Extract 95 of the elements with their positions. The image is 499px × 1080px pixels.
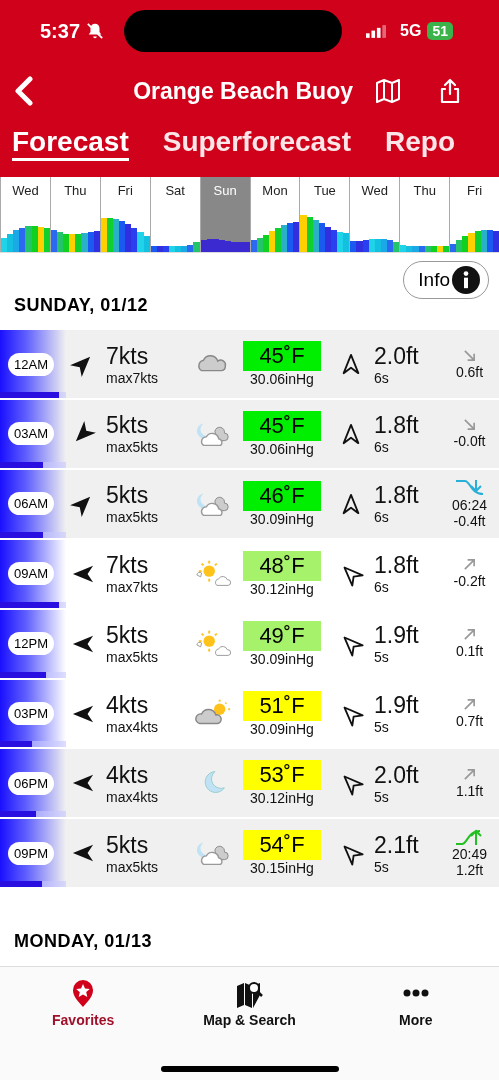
wind-gust: max5kts <box>106 649 160 666</box>
wind-gust: max5kts <box>106 858 160 875</box>
pressure-value: 30.09inHg <box>250 510 314 527</box>
bell-muted-icon <box>86 22 105 40</box>
day-column[interactable]: Wed <box>349 176 400 253</box>
wind-gust: max4kts <box>106 719 160 736</box>
info-button[interactable]: Info <box>403 261 489 300</box>
tide-height: -0.0ft <box>453 433 486 450</box>
wave-period: 5s <box>374 858 390 875</box>
time-label: 12AM <box>8 352 54 376</box>
pressure-value: 30.12inHg <box>250 580 314 597</box>
wave-height: 1.8ft <box>374 412 420 440</box>
forecast-tab[interactable]: Repo <box>385 126 455 161</box>
tide-time: 06:24 <box>451 496 487 513</box>
wave-height: 2.1ft <box>374 831 420 859</box>
wind-speed: 5kts <box>106 482 150 510</box>
tab-bar-item[interactable]: Map & Search <box>174 977 325 1030</box>
tide-height: 1.1ft <box>455 782 484 799</box>
wave-height: 1.9ft <box>374 692 420 720</box>
wind-speed: 4kts <box>106 692 150 720</box>
wind-speed: 7kts <box>106 552 150 580</box>
wind-speed: 7kts <box>106 342 150 370</box>
battery-level: 51 <box>427 22 453 40</box>
day-column[interactable]: Fri <box>99 176 150 253</box>
wind-gust: max4kts <box>106 788 160 805</box>
day-column[interactable]: Tue <box>299 176 350 253</box>
time-label: 03PM <box>8 702 54 726</box>
tide-height: 0.6ft <box>455 363 484 380</box>
wave-height: 1.8ft <box>374 482 420 510</box>
time-label: 06AM <box>8 492 54 516</box>
day-column[interactable]: Sun <box>199 176 250 253</box>
pressure-value: 30.09inHg <box>250 720 314 737</box>
forecast-tab[interactable]: Forecast <box>12 126 129 161</box>
wind-speed: 4kts <box>106 761 150 789</box>
day-column[interactable]: Wed <box>0 176 50 253</box>
wind-gust: max5kts <box>106 509 160 526</box>
tide-time: 20:49 <box>451 846 487 863</box>
more-icon <box>402 989 429 998</box>
wind-speed: 5kts <box>106 831 150 859</box>
wave-period: 5s <box>374 649 390 666</box>
tide-height: -0.2ft <box>453 573 486 590</box>
wave-period: 6s <box>374 369 390 386</box>
wave-height: 1.9ft <box>374 622 420 650</box>
wave-period: 6s <box>374 509 390 526</box>
time-label: 03AM <box>8 422 54 446</box>
time-label: 06PM <box>8 771 54 795</box>
info-icon <box>452 266 480 295</box>
temperature-badge: 53˚F <box>243 760 321 791</box>
day-heading: SUNDAY, 01/12 <box>14 295 148 316</box>
day-column[interactable]: Thu <box>49 176 100 253</box>
time-label: 09AM <box>8 562 54 586</box>
wave-period: 5s <box>374 788 390 805</box>
back-icon[interactable] <box>14 76 34 106</box>
tide-height: 0.7ft <box>455 713 484 730</box>
time-label: 09PM <box>8 841 54 865</box>
pressure-value: 30.15inHg <box>250 860 314 877</box>
wind-gust: max7kts <box>106 369 160 386</box>
network-label: 5G <box>400 22 422 40</box>
tab-bar-item[interactable]: Favorites <box>8 977 159 1030</box>
temperature-badge: 54˚F <box>243 830 321 861</box>
status-time: 5:37 <box>40 19 81 43</box>
wind-speed: 5kts <box>106 412 150 440</box>
time-label: 12PM <box>8 632 54 656</box>
signal-icon <box>366 24 387 38</box>
day-column[interactable]: Thu <box>399 176 450 253</box>
wave-period: 5s <box>374 719 390 736</box>
map-icon[interactable] <box>375 78 401 104</box>
tab-bar-item[interactable]: More <box>340 977 491 1030</box>
temperature-badge: 49˚F <box>243 620 321 651</box>
temperature-badge: 51˚F <box>243 690 321 721</box>
pressure-value: 30.09inHg <box>250 650 314 667</box>
forecast-tab[interactable]: Superforecast <box>162 126 351 161</box>
day-column[interactable]: Mon <box>249 176 300 253</box>
tide-height: 1.2ft <box>455 862 484 879</box>
temperature-badge: 45˚F <box>243 341 321 372</box>
wind-speed: 5kts <box>106 622 150 650</box>
wave-height: 2.0ft <box>374 761 420 789</box>
pressure-value: 30.06inHg <box>250 440 314 457</box>
tide-height: 0.1ft <box>455 643 484 660</box>
temperature-badge: 46˚F <box>243 480 321 511</box>
wave-period: 6s <box>374 439 390 456</box>
day-column[interactable]: Sat <box>149 176 200 253</box>
pressure-value: 30.12inHg <box>250 790 314 807</box>
wind-gust: max7kts <box>106 579 160 596</box>
tide-height: -0.4ft <box>453 512 486 529</box>
day-column[interactable]: Fri <box>449 176 499 253</box>
day-heading: MONDAY, 01/13 <box>14 931 152 952</box>
wave-height: 2.0ft <box>374 342 420 370</box>
temperature-badge: 48˚F <box>243 550 321 581</box>
temperature-badge: 45˚F <box>243 410 321 441</box>
wind-gust: max5kts <box>106 439 160 456</box>
wave-height: 1.8ft <box>374 552 420 580</box>
station-title: Orange Beach Buoy <box>133 77 353 105</box>
wave-period: 6s <box>374 579 390 596</box>
pressure-value: 30.06inHg <box>250 371 314 388</box>
